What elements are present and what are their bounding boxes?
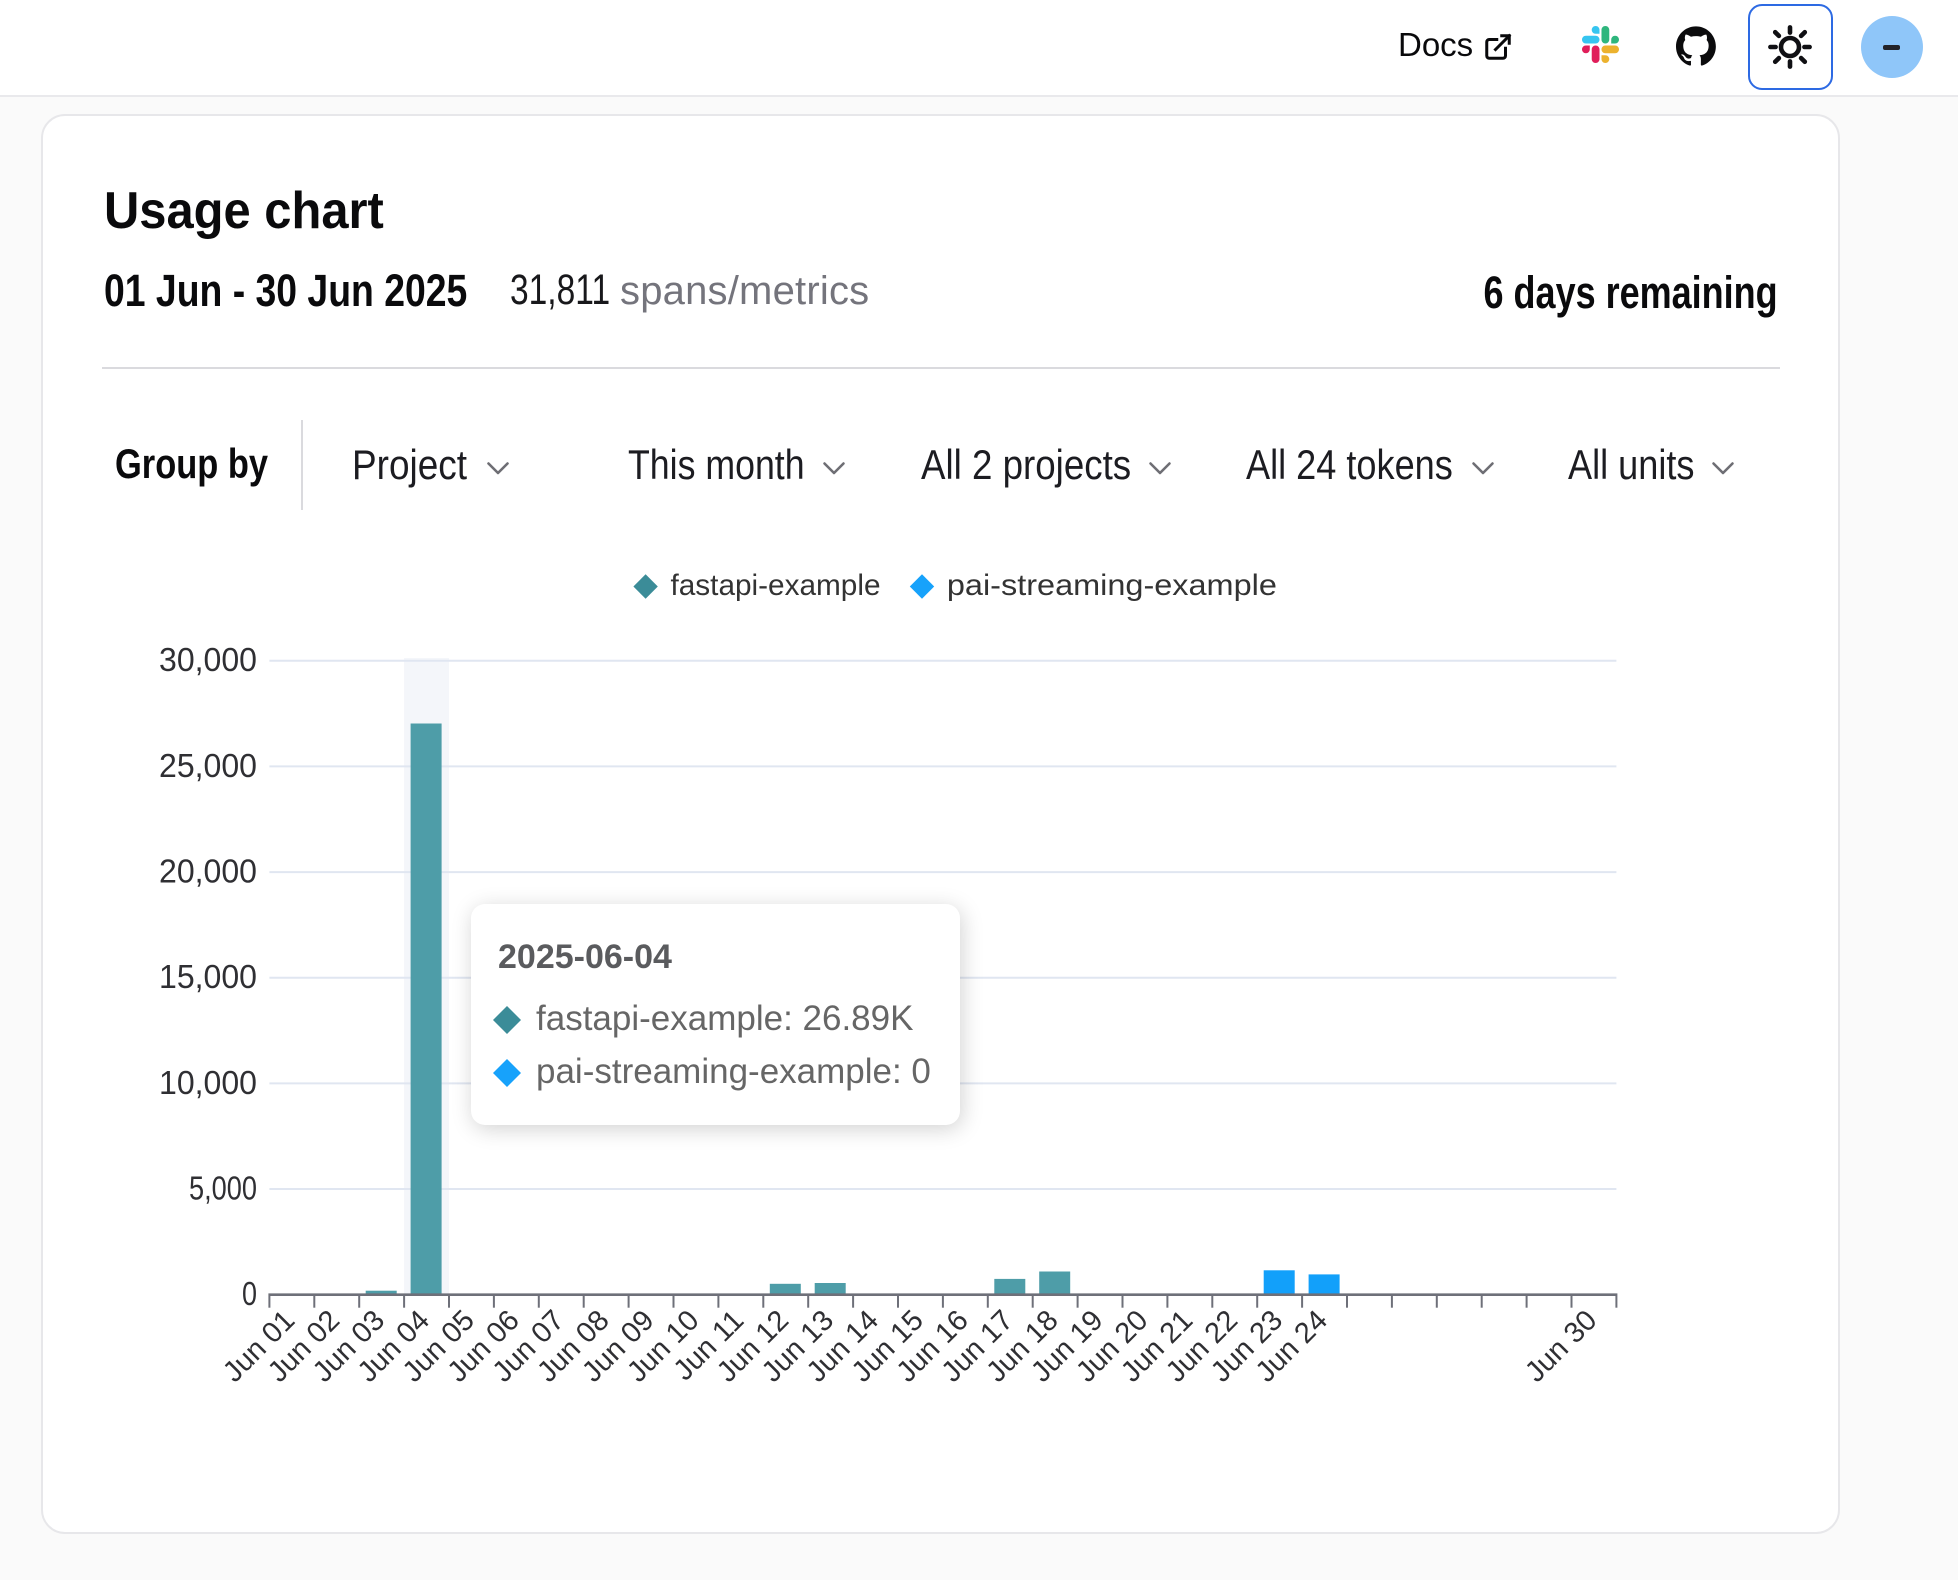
svg-text:15,000: 15,000 (159, 958, 257, 995)
svg-text:Jun 30: Jun 30 (1519, 1304, 1603, 1388)
svg-text:pai-streaming-example: pai-streaming-example (947, 569, 1277, 602)
svg-text:5,000: 5,000 (189, 1169, 257, 1206)
svg-text:10,000: 10,000 (159, 1064, 257, 1101)
svg-text:20,000: 20,000 (159, 853, 257, 890)
svg-text:0: 0 (242, 1275, 257, 1312)
svg-text:25,000: 25,000 (159, 747, 257, 784)
svg-text:fastapi-example: fastapi-example (671, 569, 881, 602)
svg-text:30,000: 30,000 (159, 641, 257, 678)
